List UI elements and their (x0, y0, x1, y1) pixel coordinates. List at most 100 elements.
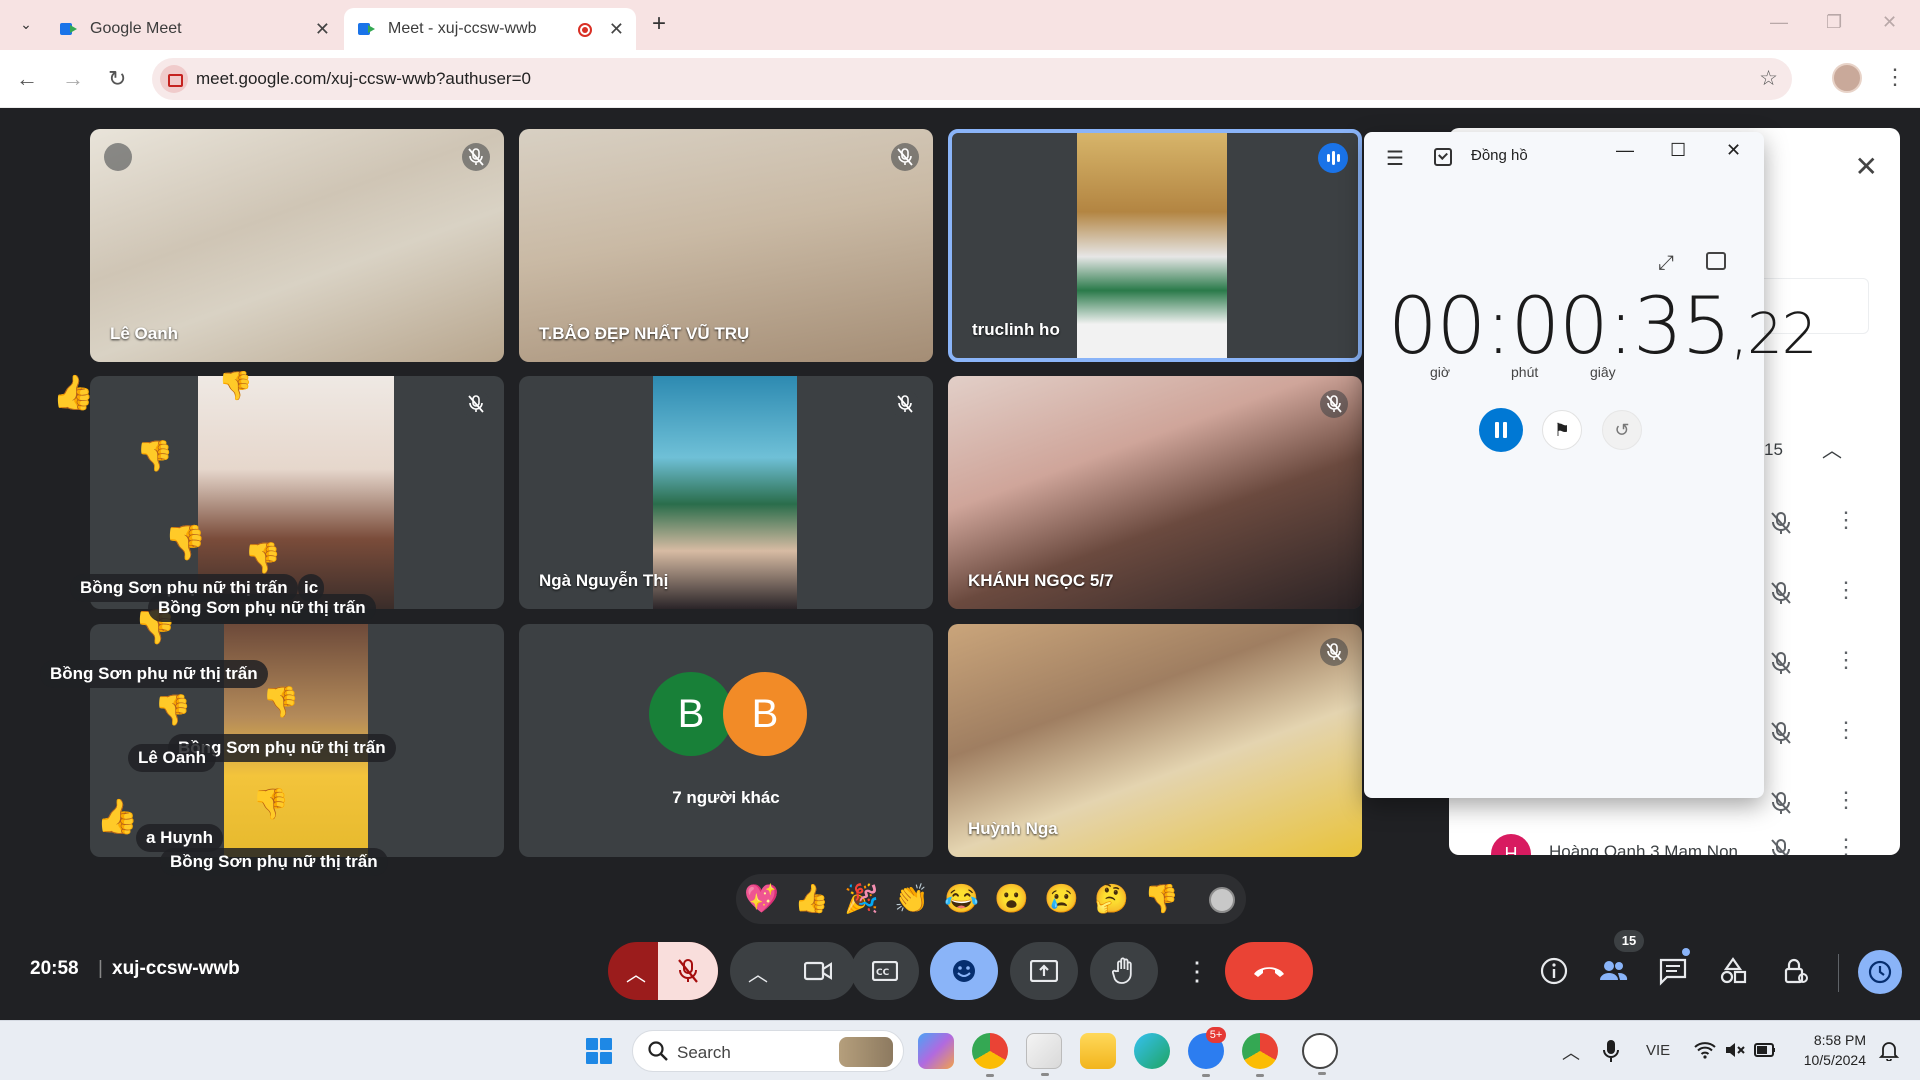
reset-button[interactable]: ↺ (1602, 410, 1642, 450)
more-options-button[interactable]: ⋮ (1166, 942, 1214, 1000)
meeting-details-info-icon[interactable] (1539, 956, 1569, 986)
people-icon[interactable] (1598, 956, 1628, 986)
muted-mic-icon[interactable] (1770, 511, 1792, 535)
windows-start-button[interactable] (586, 1038, 612, 1064)
reaction-surprised-button[interactable]: 😮 (994, 882, 1029, 916)
tab-meet-call[interactable]: Meet - xuj-ccsw-wwb ✕ (344, 8, 636, 50)
keep-on-top-icon[interactable] (1706, 252, 1726, 270)
participant-tile[interactable]: T.BẢO ĐẸP NHẤT VŨ TRỤ (519, 129, 933, 362)
reaction-thinking-button[interactable]: 🤔 (1094, 882, 1129, 916)
clock-app-icon[interactable] (1302, 1033, 1338, 1075)
input-language-indicator[interactable]: VIE (1646, 1042, 1670, 1059)
participants-group-header[interactable]: 15 ︿ (1764, 430, 1874, 472)
maximize-window-button[interactable]: ❐ (1826, 12, 1842, 33)
reaction-heart-button[interactable]: 💖 (744, 882, 779, 916)
chat-icon[interactable] (1658, 956, 1688, 986)
captions-button[interactable]: CC (851, 942, 919, 1000)
muted-mic-icon[interactable] (1770, 838, 1792, 855)
send-reaction-button[interactable] (930, 942, 998, 1000)
more-options-icon[interactable]: ⋮ (1835, 647, 1857, 673)
participant-tile[interactable]: Ngà Nguyễn Thị (519, 376, 933, 609)
end-call-icon (1254, 967, 1284, 977)
pause-button[interactable] (1479, 408, 1523, 452)
muted-mic-icon[interactable] (1770, 721, 1792, 745)
new-tab-button[interactable]: + (652, 10, 666, 38)
file-explorer-app-icon[interactable] (1080, 1033, 1116, 1069)
present-screen-button[interactable] (1010, 942, 1078, 1000)
close-window-button[interactable]: ✕ (1726, 140, 1741, 161)
reaction-laugh-button[interactable]: 😂 (944, 882, 979, 916)
reaction-sad-button[interactable]: 😢 (1044, 882, 1079, 916)
task-view-app-icon[interactable] (1026, 1033, 1062, 1076)
copilot-app-icon[interactable] (918, 1033, 954, 1069)
chrome-app-icon[interactable] (972, 1033, 1008, 1077)
notification-bell-icon[interactable] (1878, 1039, 1900, 1061)
muted-mic-icon[interactable] (1770, 651, 1792, 675)
participant-tile[interactable]: Lê Oanh (90, 129, 504, 362)
stopwatch-centiseconds: ,22 (1730, 302, 1817, 367)
more-options-icon[interactable]: ⋮ (1835, 834, 1857, 855)
timer-button[interactable] (1858, 950, 1902, 994)
wifi-icon[interactable] (1694, 1041, 1716, 1059)
participant-row[interactable]: H Hoàng Oanh 3 Mam Non ⋮ (1449, 822, 1900, 855)
reaction-thumbs-up-button[interactable]: 👍 (794, 882, 829, 916)
bookmark-star-icon[interactable]: ☆ (1759, 66, 1778, 91)
more-options-icon[interactable]: ⋮ (1835, 577, 1857, 603)
tab-search-dropdown[interactable]: ⌄ (14, 12, 38, 36)
chrome-profile-app-icon[interactable] (1242, 1033, 1278, 1077)
volume-muted-icon[interactable] (1724, 1041, 1746, 1059)
profile-avatar[interactable] (1832, 63, 1862, 93)
unmute-microphone-button[interactable] (658, 942, 718, 1000)
meeting-code[interactable]: xuj-ccsw-wwb (112, 958, 240, 980)
forward-button[interactable]: → (62, 66, 84, 92)
minimize-window-button[interactable]: — (1770, 12, 1788, 33)
edge-app-icon[interactable] (1134, 1033, 1170, 1069)
system-date[interactable]: 10/5/2024 (1796, 1052, 1866, 1068)
skin-tone-selector[interactable] (1209, 887, 1235, 913)
thumbs-up-reaction-icon: 👍 (52, 374, 95, 412)
browser-tab-bar: ⌄ Google Meet ✕ Meet - xuj-ccsw-wwb ✕ + … (0, 0, 1920, 50)
url-text[interactable]: meet.google.com/xuj-ccsw-wwb?authuser=0 (196, 69, 531, 89)
more-options-icon[interactable]: ⋮ (1835, 787, 1857, 813)
maximize-window-button[interactable]: ☐ (1670, 140, 1686, 161)
reaction-clap-button[interactable]: 👏 (894, 882, 929, 916)
hamburger-menu-icon[interactable]: ☰ (1386, 146, 1404, 171)
muted-mic-icon[interactable] (1770, 581, 1792, 605)
system-time[interactable]: 8:58 PM (1796, 1032, 1866, 1048)
reload-button[interactable]: ↻ (108, 66, 126, 92)
host-controls-lock-icon[interactable] (1780, 956, 1810, 986)
activities-icon[interactable] (1718, 956, 1748, 986)
leave-call-button[interactable] (1225, 942, 1313, 1000)
others-tile[interactable]: B B 7 người khác (519, 624, 933, 857)
more-options-icon[interactable]: ⋮ (1835, 507, 1857, 533)
site-camera-icon[interactable] (160, 65, 188, 93)
more-options-icon[interactable]: ⋮ (1835, 717, 1857, 743)
close-panel-icon[interactable]: ✕ (1855, 150, 1878, 183)
close-window-button[interactable]: ✕ (1882, 12, 1897, 33)
muted-mic-icon[interactable] (1770, 791, 1792, 815)
browser-menu-icon[interactable]: ⋮ (1884, 64, 1906, 90)
minimize-window-button[interactable]: — (1616, 140, 1634, 161)
participant-tile[interactable]: Huỳnh Nga (948, 624, 1362, 857)
taskbar-search-box[interactable]: Search (632, 1030, 904, 1072)
raise-hand-button[interactable] (1090, 942, 1158, 1000)
show-hidden-icons-chevron-icon[interactable]: ︿ (1562, 1039, 1580, 1065)
participant-tile-active-speaker[interactable]: truclinh ho (948, 129, 1362, 362)
camera-toggle-button[interactable] (778, 942, 856, 1000)
tab-close-icon[interactable]: ✕ (315, 19, 330, 40)
battery-icon[interactable] (1754, 1042, 1776, 1058)
camera-options-chevron-icon[interactable]: ︿ (748, 958, 768, 987)
microphone-tray-icon[interactable] (1602, 1039, 1620, 1063)
expand-icon[interactable]: ⤢ (1658, 252, 1674, 275)
tab-google-meet[interactable]: Google Meet ✕ (46, 8, 342, 50)
chevron-up-icon[interactable]: ︿ (1822, 434, 1842, 463)
omnibox[interactable]: meet.google.com/xuj-ccsw-wwb?authuser=0 … (152, 58, 1792, 100)
tab-close-icon[interactable]: ✕ (609, 19, 624, 40)
back-button[interactable]: ← (16, 66, 38, 92)
reaction-thumbs-down-button[interactable]: 👎 (1144, 882, 1179, 916)
zalo-app-icon[interactable]: 5+ (1188, 1027, 1226, 1077)
reaction-party-button[interactable]: 🎉 (844, 882, 879, 916)
lap-flag-button[interactable]: ⚑ (1542, 410, 1582, 450)
participant-tile[interactable]: KHÁNH NGỌC 5/7 (948, 376, 1362, 609)
mic-options-chevron-icon[interactable]: ︿ (626, 958, 646, 987)
